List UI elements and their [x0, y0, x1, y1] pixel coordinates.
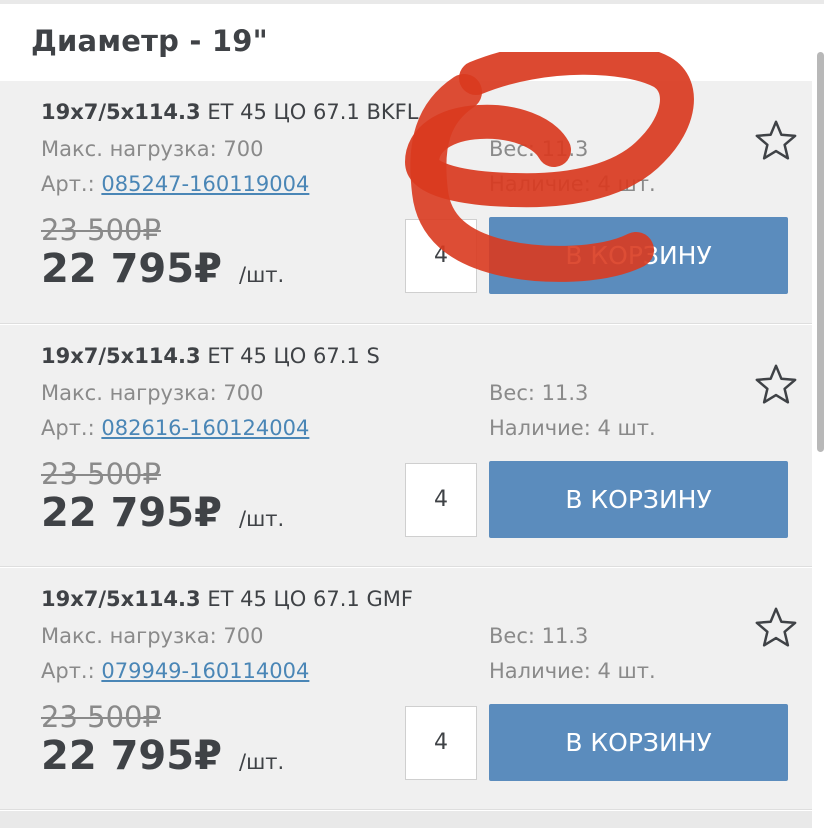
- section-title: Диаметр - 19": [31, 24, 268, 58]
- price-row: 22 795₽ /шт.: [41, 490, 284, 536]
- price-row: 22 795₽ /шт.: [41, 733, 284, 779]
- product-title[interactable]: 19x7/5x114.3 ET 45 ЦО 67.1 BKFL: [41, 100, 418, 124]
- weight: Вес: 11.3: [489, 381, 589, 405]
- price: 22 795₽: [41, 733, 222, 779]
- star-outline-icon[interactable]: [753, 605, 799, 651]
- product-list: 19x7/5x114.3 ET 45 ЦО 67.1 BKFL Макс. на…: [0, 81, 812, 810]
- weight: Вес: 11.3: [489, 624, 589, 648]
- price-unit: /шт.: [239, 507, 285, 531]
- top-divider: [0, 0, 824, 4]
- stock: Наличие: 4 шт.: [489, 416, 656, 440]
- article-label: Арт.:: [41, 659, 95, 683]
- star-outline-icon[interactable]: [753, 118, 799, 164]
- scrollbar-thumb[interactable]: [817, 52, 824, 452]
- price-row: 22 795₽ /шт.: [41, 246, 284, 292]
- product-card: 19x7/5x114.3 ET 45 ЦО 67.1 S Макс. нагру…: [0, 324, 812, 567]
- article-label: Арт.:: [41, 172, 95, 196]
- max-load: Макс. нагрузка: 700: [41, 624, 264, 648]
- product-model: 19x7/5x114.3: [41, 587, 201, 611]
- price-unit: /шт.: [239, 263, 285, 287]
- quantity-input[interactable]: 4: [405, 463, 477, 537]
- add-to-cart-button[interactable]: В КОРЗИНУ: [489, 217, 788, 294]
- old-price: 23 500₽: [41, 213, 161, 247]
- product-card: 19x7/5x114.3 ET 45 ЦО 67.1 BKFL Макс. на…: [0, 81, 812, 324]
- old-price: 23 500₽: [41, 700, 161, 734]
- max-load: Макс. нагрузка: 700: [41, 137, 264, 161]
- star-outline-icon[interactable]: [753, 362, 799, 408]
- article: Арт.: 079949-160114004: [41, 659, 309, 683]
- max-load: Макс. нагрузка: 700: [41, 381, 264, 405]
- price: 22 795₽: [41, 490, 222, 536]
- catalog-page: Диаметр - 19" 19x7/5x114.3 ET 45 ЦО 67.1…: [0, 0, 828, 828]
- bottom-divider: [0, 811, 812, 828]
- article: Арт.: 082616-160124004: [41, 416, 309, 440]
- add-to-cart-button[interactable]: В КОРЗИНУ: [489, 461, 788, 538]
- article-label: Арт.:: [41, 416, 95, 440]
- old-price: 23 500₽: [41, 457, 161, 491]
- article-link[interactable]: 082616-160124004: [101, 416, 309, 440]
- product-spec: ET 45 ЦО 67.1 S: [207, 344, 380, 368]
- price-unit: /шт.: [239, 750, 285, 774]
- price: 22 795₽: [41, 246, 222, 292]
- article: Арт.: 085247-160119004: [41, 172, 309, 196]
- weight: Вес: 11.3: [489, 137, 589, 161]
- article-link[interactable]: 079949-160114004: [101, 659, 309, 683]
- stock: Наличие: 4 шт.: [489, 659, 656, 683]
- article-link[interactable]: 085247-160119004: [101, 172, 309, 196]
- product-model: 19x7/5x114.3: [41, 344, 201, 368]
- product-spec: ET 45 ЦО 67.1 GMF: [207, 587, 413, 611]
- stock: Наличие: 4 шт.: [489, 172, 656, 196]
- product-card: 19x7/5x114.3 ET 45 ЦО 67.1 GMF Макс. наг…: [0, 567, 812, 810]
- product-spec: ET 45 ЦО 67.1 BKFL: [207, 100, 419, 124]
- quantity-input[interactable]: 4: [405, 706, 477, 780]
- product-model: 19x7/5x114.3: [41, 100, 201, 124]
- product-title[interactable]: 19x7/5x114.3 ET 45 ЦО 67.1 S: [41, 344, 380, 368]
- quantity-input[interactable]: 4: [405, 219, 477, 293]
- product-title[interactable]: 19x7/5x114.3 ET 45 ЦО 67.1 GMF: [41, 587, 413, 611]
- add-to-cart-button[interactable]: В КОРЗИНУ: [489, 704, 788, 781]
